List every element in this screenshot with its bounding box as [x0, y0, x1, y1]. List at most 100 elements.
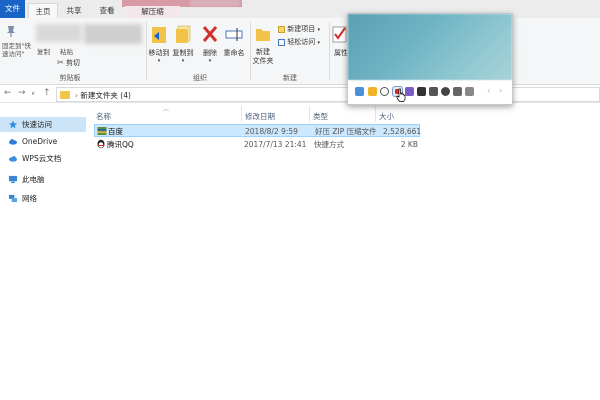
- paste-label[interactable]: 粘贴: [60, 46, 73, 56]
- grey-app-icon[interactable]: [453, 87, 462, 96]
- tab-home[interactable]: 主页: [28, 3, 58, 18]
- nav-item-label: OneDrive: [22, 137, 58, 146]
- rename-label: 重命名: [223, 49, 245, 57]
- delete-label: 删除: [203, 49, 217, 57]
- pin-quick-access-label: 固定到"快速访问": [2, 42, 31, 58]
- clipboard-group-label: 剪贴板: [59, 74, 81, 82]
- table-row[interactable]: 百度 2018/8/2 9:59 好压 ZIP 压缩文件 2,528,661: [94, 124, 422, 137]
- nav-item-network[interactable]: 网络: [0, 191, 86, 206]
- delete-x-icon: [202, 26, 218, 42]
- file-name: 腾讯QQ: [107, 140, 134, 149]
- table-row[interactable]: 腾讯QQ 2017/7/13 21:41 快捷方式 2 KB: [94, 138, 420, 151]
- column-header-type[interactable]: 类型: [313, 110, 328, 124]
- file-name: 百度: [108, 127, 123, 136]
- recent-locations-chevron-icon[interactable]: ∨: [31, 90, 35, 97]
- app-icon[interactable]: [355, 87, 364, 96]
- cut-button[interactable]: ✂ 剪切: [57, 58, 80, 68]
- column-header-size[interactable]: 大小: [379, 110, 394, 124]
- address-path: › 新建文件夹 (4): [75, 91, 131, 100]
- ribbon-separator: [250, 22, 251, 80]
- thumbnail-preview-blurred: [348, 14, 512, 80]
- column-divider[interactable]: [375, 106, 376, 122]
- clipboard-blurred-icons: [36, 24, 82, 42]
- new-item-button[interactable]: 新建项目 ▾: [278, 24, 320, 34]
- chevron-left-icon[interactable]: ‹: [487, 86, 490, 95]
- nav-item-label: 网络: [22, 194, 37, 203]
- nav-item-wps-cloud[interactable]: WPS云文档: [0, 151, 86, 166]
- rename-button[interactable]: 重命名: [222, 24, 246, 58]
- nav-item-label: 此电脑: [22, 175, 45, 184]
- grey-app-icon[interactable]: [465, 87, 474, 96]
- dark-app-icon[interactable]: [429, 87, 438, 96]
- nav-item-this-pc[interactable]: 此电脑: [0, 172, 86, 187]
- rename-icon: [225, 28, 243, 41]
- new-folder-icon: [256, 29, 270, 41]
- column-divider[interactable]: [309, 106, 310, 122]
- folder-icon: [60, 91, 70, 99]
- file-type: 好压 ZIP 压缩文件: [315, 127, 377, 136]
- purple-app-icon[interactable]: [405, 87, 414, 96]
- circle-app-icon[interactable]: [380, 87, 389, 96]
- copy-to-icon: [176, 25, 191, 43]
- forward-arrow-icon[interactable]: →: [18, 88, 26, 98]
- copy-to-label: 复制到: [172, 49, 194, 57]
- sort-ascending-icon: ︿: [163, 106, 170, 113]
- window-title-blurred: [190, 0, 240, 6]
- new-folder-label: 新建 文件夹: [252, 48, 274, 65]
- blurred-region: [84, 24, 142, 44]
- file-date: 2017/7/13 21:41: [244, 140, 307, 149]
- delete-button[interactable]: 删除 ▾: [200, 24, 220, 64]
- easy-access-label: 轻松访问: [287, 38, 316, 46]
- cloud-icon: [8, 139, 18, 145]
- computer-icon: [8, 175, 18, 184]
- address-input[interactable]: › 新建文件夹 (4): [56, 87, 600, 102]
- file-size: 2 KB: [400, 140, 418, 149]
- scissors-icon: ✂: [57, 58, 64, 67]
- easy-access-icon: [278, 38, 285, 46]
- new-group-label: 新建: [283, 74, 297, 82]
- thumbnail-popup[interactable]: ‹ ›: [347, 13, 513, 105]
- nav-item-label: 快速访问: [22, 120, 52, 129]
- star-icon: [8, 120, 18, 129]
- qq-penguin-icon: [97, 139, 105, 149]
- column-header-name[interactable]: 名称: [96, 110, 111, 124]
- back-arrow-icon[interactable]: ←: [4, 88, 12, 98]
- chevron-right-icon[interactable]: ›: [499, 86, 502, 95]
- pin-quick-access-button[interactable]: [4, 24, 18, 40]
- up-arrow-icon[interactable]: ↑: [43, 88, 51, 98]
- navigation-pane: 快速访问 OneDrive WPS云文档 此电脑 网络: [0, 104, 86, 400]
- new-item-label: 新建项目: [287, 25, 316, 33]
- move-to-label: 移动到: [148, 49, 170, 57]
- column-divider[interactable]: [241, 106, 242, 122]
- ribbon-separator: [146, 22, 147, 80]
- cloud-doc-icon: [8, 156, 18, 162]
- nav-item-label: WPS云文档: [22, 154, 62, 163]
- file-size: 2,528,661: [383, 127, 422, 136]
- new-folder-button[interactable]: 新建 文件夹: [252, 24, 274, 66]
- tab-share[interactable]: 共享: [60, 3, 88, 18]
- popup-icon-strip: ‹ ›: [348, 84, 512, 102]
- tab-file[interactable]: 文件: [0, 0, 25, 18]
- nav-item-onedrive[interactable]: OneDrive: [0, 134, 86, 149]
- column-header-date[interactable]: 修改日期: [245, 110, 275, 124]
- dark-app-icon[interactable]: [417, 87, 426, 96]
- easy-access-button[interactable]: 轻松访问 ▾: [278, 37, 320, 47]
- move-to-button[interactable]: 移动到 ▾: [148, 24, 170, 64]
- dark-circle-app-icon[interactable]: [441, 87, 450, 96]
- pin-icon: [7, 26, 15, 37]
- network-icon: [8, 194, 18, 203]
- copy-label[interactable]: 复制: [37, 46, 50, 56]
- organize-group-label: 组织: [193, 74, 207, 82]
- tab-view[interactable]: 查看: [93, 3, 121, 18]
- copy-to-button[interactable]: 复制到 ▾: [172, 24, 194, 64]
- star-app-icon[interactable]: [368, 87, 377, 96]
- hand-pointer-cursor-icon: [396, 88, 406, 102]
- ribbon-separator: [329, 22, 330, 80]
- tab-extract[interactable]: 解压缩: [125, 6, 180, 18]
- zip-archive-icon: [97, 127, 107, 135]
- move-to-icon: [152, 27, 166, 43]
- file-date: 2018/8/2 9:59: [245, 127, 298, 136]
- nav-item-quick-access[interactable]: 快速访问: [0, 117, 86, 132]
- cut-label: 剪切: [65, 59, 80, 67]
- file-type: 快捷方式: [314, 140, 344, 149]
